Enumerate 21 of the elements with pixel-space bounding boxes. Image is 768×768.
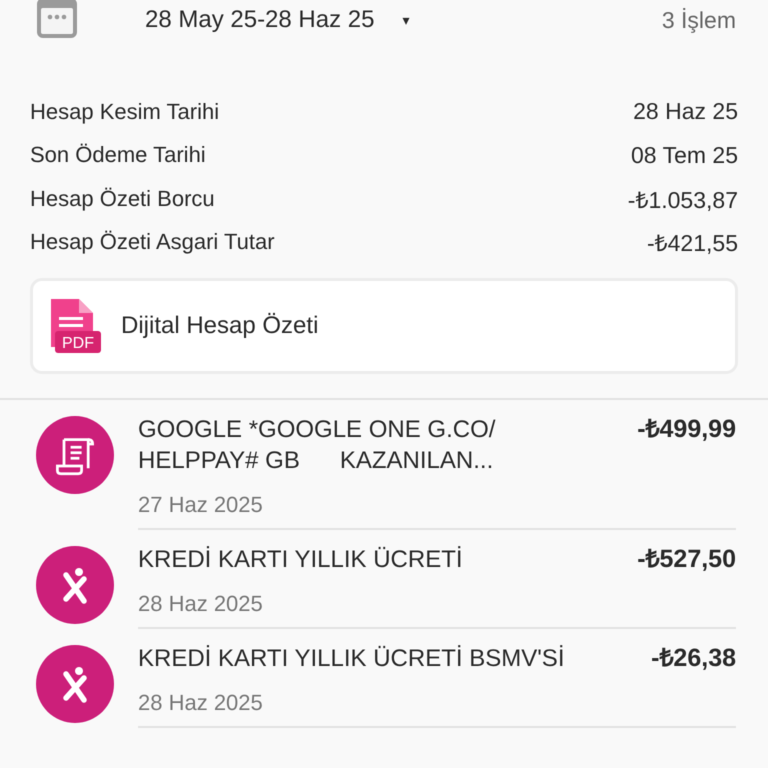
summary-label: Son Ödeme Tarihi [30,142,206,168]
summary-value: 28 Haz 25 [633,98,738,126]
transaction-count: 3 İşlem [662,6,736,34]
transaction-date: 27 Haz 2025 [138,492,264,518]
summary-value: -₺421,55 [646,229,738,258]
transaction-title: KREDİ KARTI YILLIK ÜCRETİ BSMV'Sİ [138,644,564,674]
summary-label: Hesap Kesim Tarihi [30,98,220,125]
summary-value: 08 Tem 25 [631,142,738,169]
summary-value: -₺1.053,87 [628,186,738,215]
transaction-date: 28 Haz 2025 [138,591,264,617]
transaction-amount: -₺26,38 [651,643,736,674]
digital-statement-button[interactable]: PDF Dijital Hesap Özeti [30,278,738,374]
transaction-title: KREDİ KARTI YILLIK ÜCRETİ [138,545,463,575]
transaction-amount: -₺527,50 [637,544,736,575]
transaction-date: 28 Haz 2025 [138,690,264,716]
calendar-icon[interactable] [35,0,79,40]
summary-label: Hesap Özeti Asgari Tutar [30,229,275,256]
transaction-amount: -₺499,99 [637,414,736,445]
summary-label: Hesap Özeti Borcu [30,186,215,212]
date-range-dropdown[interactable]: 28 May 25-28 Haz 25 ▾ [145,6,410,34]
transaction-title: GOOGLE *GOOGLE ONE G.CO/ HELPPAY# GB KAZANILAN... [138,415,496,476]
